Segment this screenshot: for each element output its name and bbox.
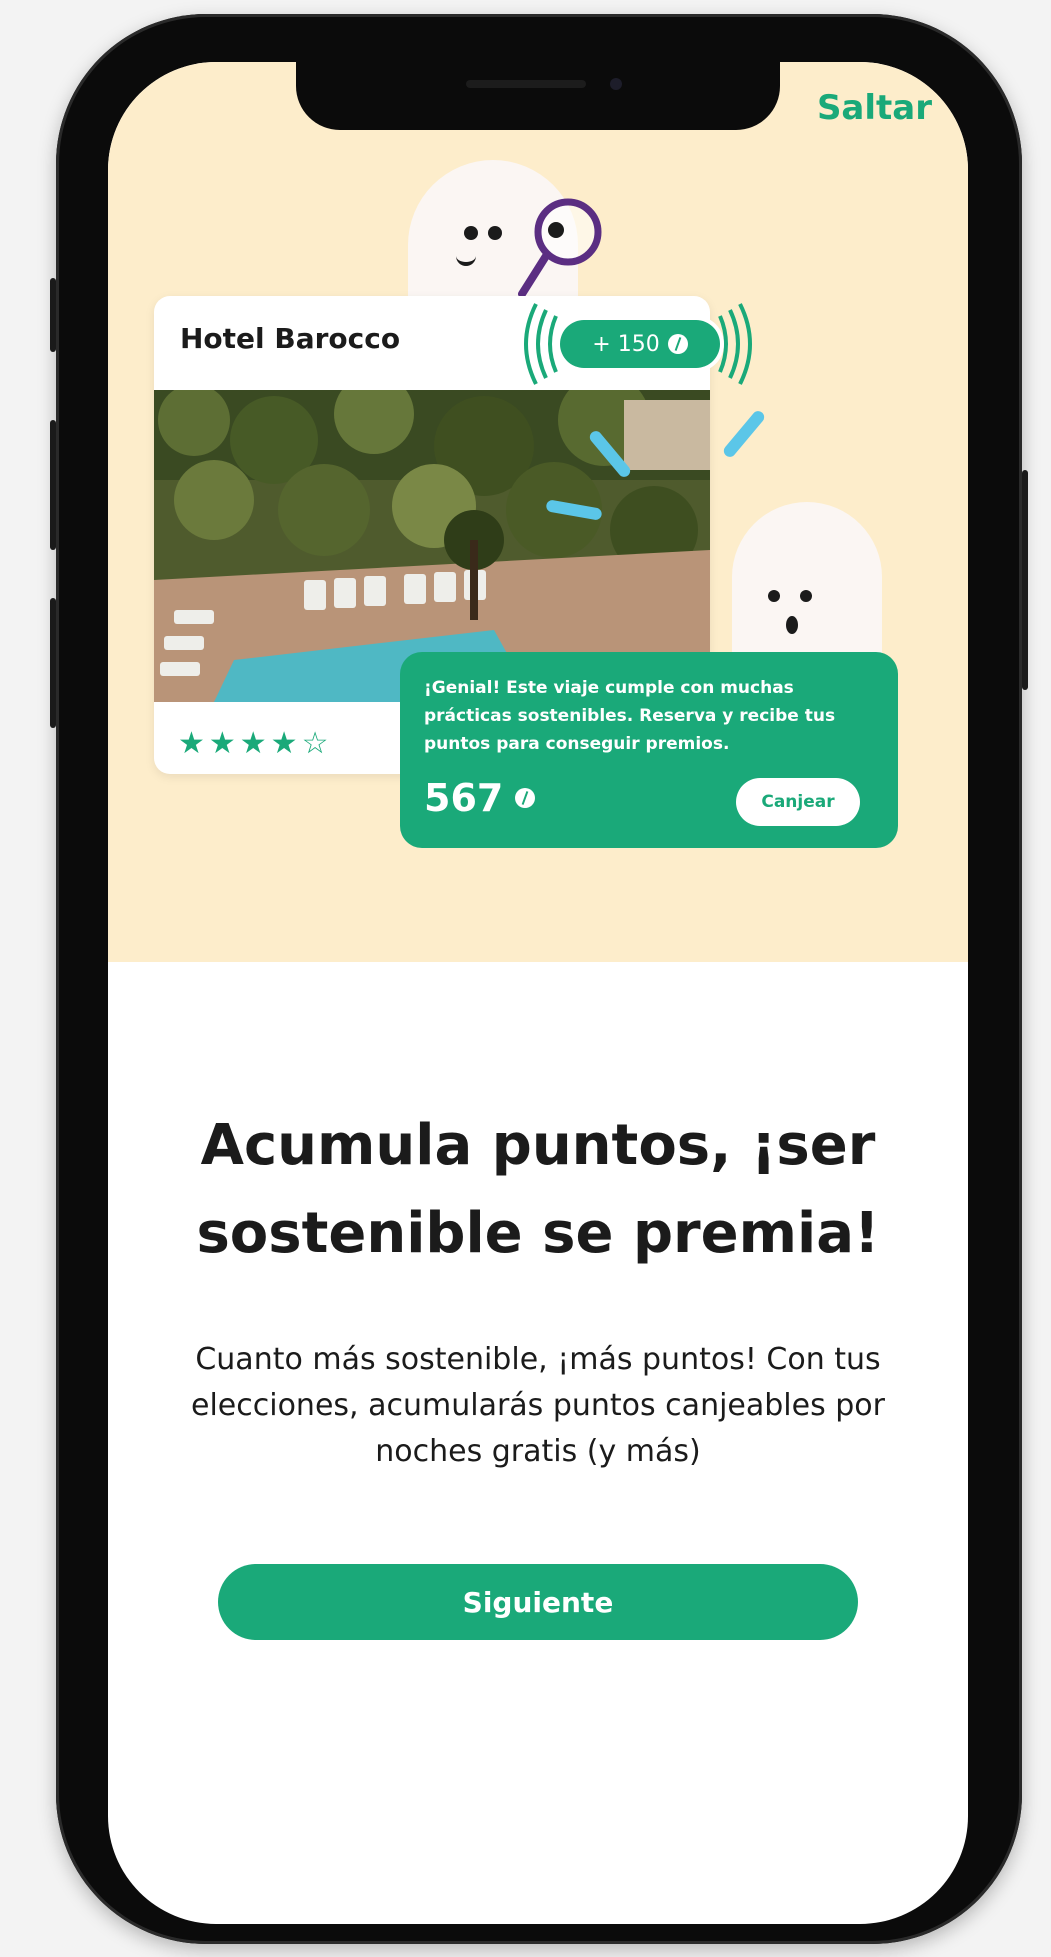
ghost-eye <box>464 226 478 240</box>
page-description: Cuanto más sostenible, ¡más puntos! Con … <box>191 1342 885 1469</box>
ghost-eye <box>800 590 812 602</box>
leaf-icon <box>667 334 688 354</box>
phone-notch <box>296 62 780 130</box>
side-button-volume-up <box>50 420 56 550</box>
skip-button[interactable]: Saltar <box>817 88 932 128</box>
speaker-grille <box>466 80 586 88</box>
sustainability-message: ¡Genial! Este viaje cumple con muchas pr… <box>424 678 836 754</box>
page-title: Acumula puntos, ¡ser sostenible se premi… <box>196 1113 880 1266</box>
hero-illustration: Hotel Barocco ★★★★☆ + 150 ¡Genial! Este … <box>108 62 968 962</box>
leaf-icon <box>515 788 536 808</box>
side-button-power <box>1022 470 1028 690</box>
side-button-volume-down <box>50 598 56 728</box>
ghost-eye <box>488 226 502 240</box>
points-total: 567 <box>424 776 536 820</box>
surprise-ray <box>721 408 767 460</box>
points-earned-badge: + 150 <box>560 320 720 368</box>
sustainability-info-card: ¡Genial! Este viaje cumple con muchas pr… <box>400 652 898 848</box>
ghost-smile <box>456 252 476 266</box>
side-button-mute <box>50 278 56 352</box>
points-total-value: 567 <box>424 776 504 820</box>
phone-screen: Hotel Barocco ★★★★☆ + 150 ¡Genial! Este … <box>108 62 968 1924</box>
front-camera <box>610 78 622 90</box>
ghost-mouth <box>786 616 798 634</box>
points-earned-value: + 150 <box>592 331 660 357</box>
hotel-name: Hotel Barocco <box>180 322 401 355</box>
next-button[interactable]: Siguiente <box>218 1564 858 1640</box>
ghost-eye <box>768 590 780 602</box>
redeem-button[interactable]: Canjear <box>736 778 860 826</box>
star-rating: ★★★★☆ <box>178 726 333 761</box>
